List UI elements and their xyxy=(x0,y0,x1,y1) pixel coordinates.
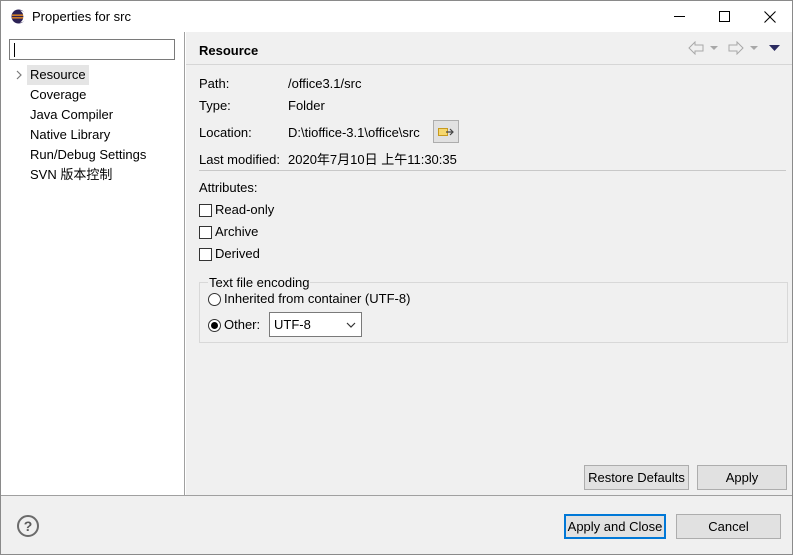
apply-and-close-button[interactable]: Apply and Close xyxy=(564,514,666,539)
other-radio[interactable] xyxy=(208,319,221,332)
archive-checkbox[interactable] xyxy=(199,226,212,239)
sidebar-item-label: Run/Debug Settings xyxy=(30,147,147,162)
close-button[interactable] xyxy=(747,1,793,32)
inherited-radio[interactable] xyxy=(208,293,221,306)
readonly-label: Read-only xyxy=(215,202,275,217)
chevron-down-icon xyxy=(346,322,356,328)
path-value: /office3.1/src xyxy=(288,76,362,91)
forward-dropdown-icon[interactable] xyxy=(750,44,758,52)
page-nav xyxy=(686,41,786,57)
archive-label: Archive xyxy=(215,224,259,239)
sidebar-item-coverage[interactable]: Coverage xyxy=(1,85,184,105)
text-caret xyxy=(14,43,15,57)
attributes-heading: Attributes: xyxy=(199,179,258,197)
cancel-button[interactable]: Cancel xyxy=(676,514,781,539)
sidebar: Resource Coverage Java Compiler Native L… xyxy=(1,32,185,495)
type-label: Type: xyxy=(199,98,231,113)
maximize-button[interactable] xyxy=(701,1,747,32)
sidebar-item-svn[interactable]: SVN 版本控制 xyxy=(1,165,184,185)
restore-defaults-button[interactable]: Restore Defaults xyxy=(584,465,689,490)
type-value: Folder xyxy=(288,98,325,113)
chevron-right-icon[interactable] xyxy=(13,69,25,81)
derived-checkbox[interactable] xyxy=(199,248,212,261)
sidebar-item-label: Native Library xyxy=(30,127,111,142)
page-title: Resource xyxy=(199,43,259,58)
modified-label: Last modified: xyxy=(199,152,280,167)
properties-dialog: Properties for src Resource Coverage Jav… xyxy=(0,0,793,555)
minimize-icon xyxy=(673,16,685,17)
text-encoding-group: Text file encoding Inherited from contai… xyxy=(199,275,788,343)
sidebar-item-native-library[interactable]: Native Library xyxy=(1,125,184,145)
close-icon xyxy=(764,10,776,23)
other-label: Other: xyxy=(224,317,261,332)
view-menu-icon[interactable] xyxy=(769,43,780,53)
property-tree: Resource Coverage Java Compiler Native L… xyxy=(1,65,184,185)
sidebar-item-run-debug-settings[interactable]: Run/Debug Settings xyxy=(1,145,184,165)
location-value: D:\tioffice-3.1\office\src xyxy=(288,125,420,140)
encoding-legend: Text file encoding xyxy=(208,275,311,291)
sidebar-item-resource[interactable]: Resource xyxy=(1,65,184,85)
encoding-select-value: UTF-8 xyxy=(274,317,311,332)
forward-arrow-icon[interactable] xyxy=(728,41,744,55)
sidebar-item-java-compiler[interactable]: Java Compiler xyxy=(1,105,184,125)
window-title: Properties for src xyxy=(32,9,131,24)
path-label: Path: xyxy=(199,76,230,91)
open-location-icon xyxy=(438,127,454,136)
page-header: Resource xyxy=(186,32,792,65)
sidebar-item-label: SVN 版本控制 xyxy=(30,167,113,182)
sidebar-item-label: Resource xyxy=(27,65,89,85)
encoding-select[interactable]: UTF-8 xyxy=(269,312,362,337)
inherited-label: Inherited from container (UTF-8) xyxy=(224,291,411,306)
show-in-explorer-button[interactable] xyxy=(433,120,459,143)
separator xyxy=(199,170,786,171)
eclipse-icon xyxy=(11,9,26,24)
back-arrow-icon[interactable] xyxy=(688,41,704,55)
back-dropdown-icon[interactable] xyxy=(710,44,718,52)
title-bar: Properties for src xyxy=(1,1,792,32)
resource-page: Resource Path: /office3.1/src Type: Fold… xyxy=(186,32,792,495)
help-icon[interactable]: ? xyxy=(17,515,39,537)
attributes-heading-text: Attributes: xyxy=(199,180,258,195)
sidebar-item-label: Coverage xyxy=(30,87,87,102)
apply-button[interactable]: Apply xyxy=(697,465,787,490)
minimize-button[interactable] xyxy=(656,1,702,32)
derived-label: Derived xyxy=(215,246,260,261)
readonly-checkbox[interactable] xyxy=(199,204,212,217)
filter-input-box[interactable] xyxy=(9,39,175,60)
filter-input[interactable] xyxy=(10,40,174,59)
maximize-icon xyxy=(718,11,730,22)
sidebar-item-label: Java Compiler xyxy=(30,107,114,122)
dialog-button-bar: ? Apply and Close Cancel xyxy=(1,495,792,554)
location-label: Location: xyxy=(199,125,252,140)
modified-value: 2020年7月10日 上午11:30:35 xyxy=(288,152,457,167)
